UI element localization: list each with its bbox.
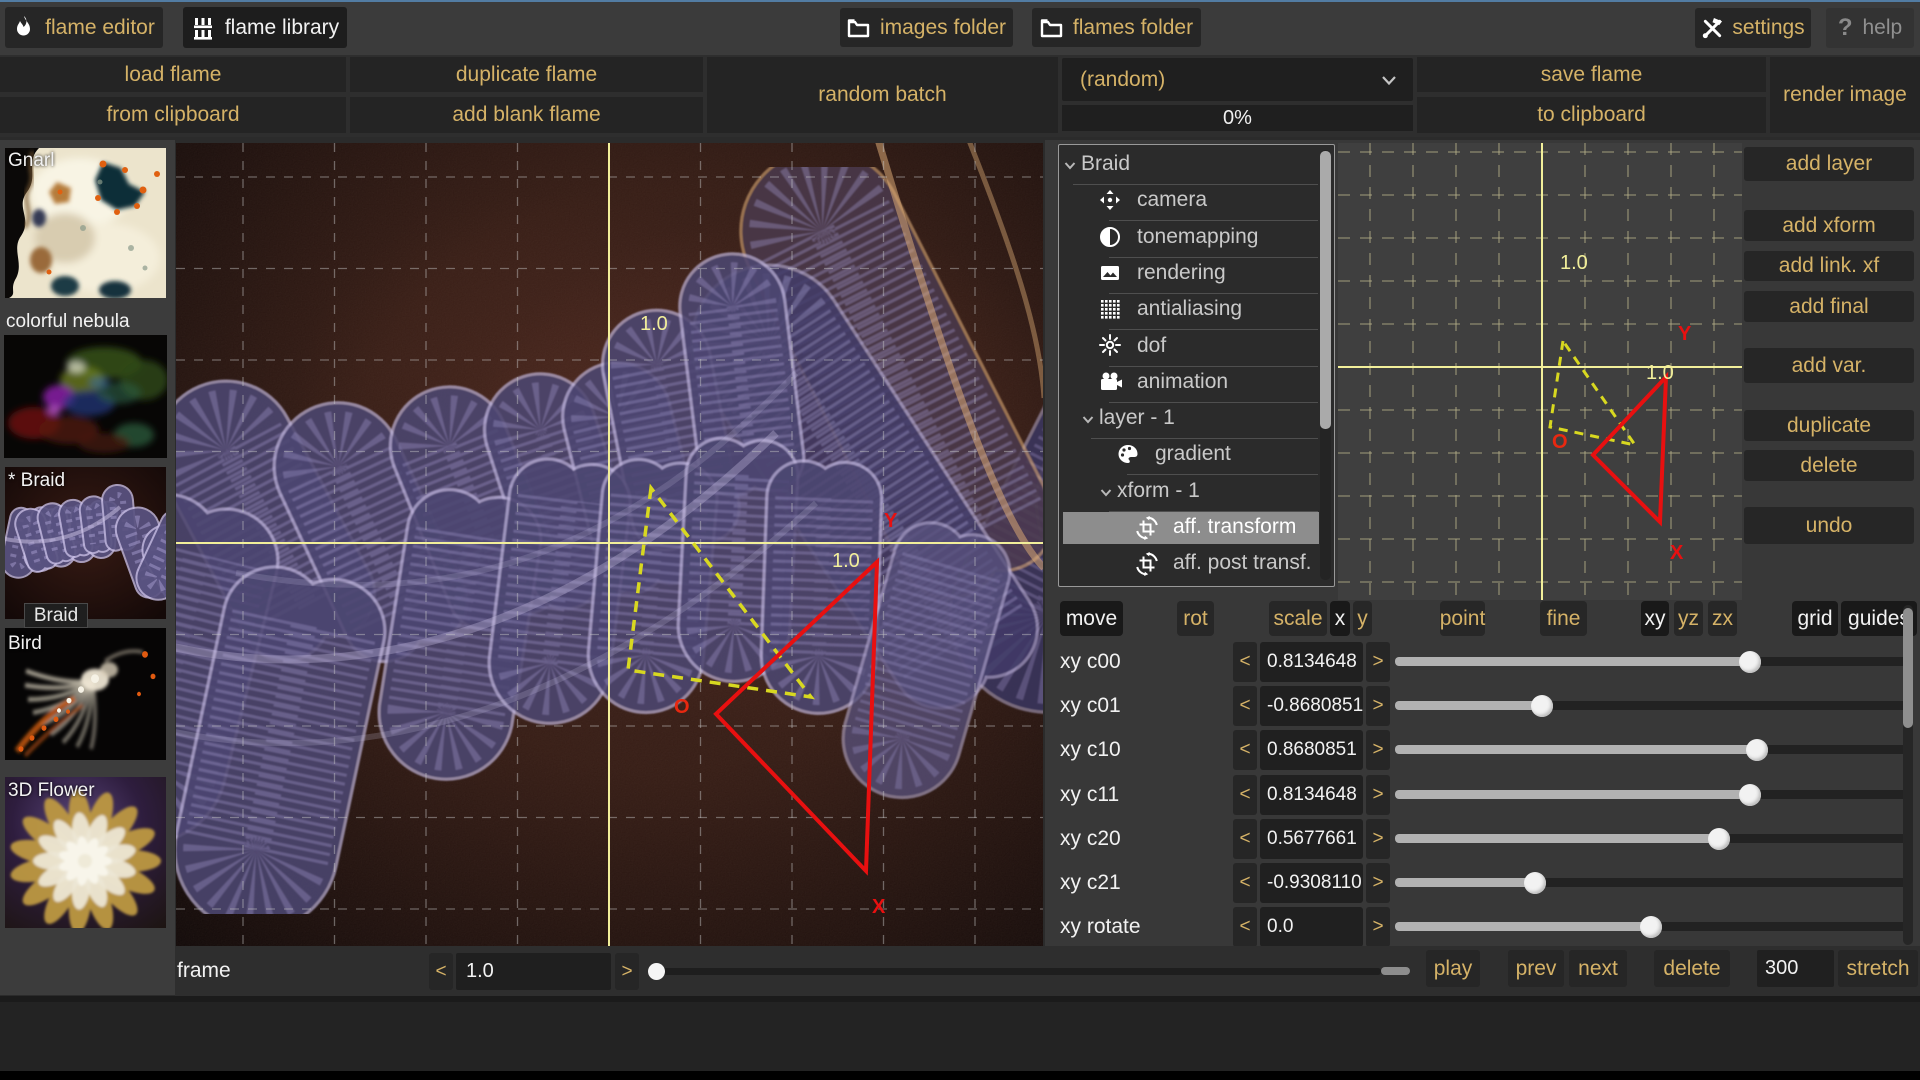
svg-text:O: O xyxy=(674,696,690,718)
svg-text:O: O xyxy=(1552,431,1568,453)
svg-text:1.0: 1.0 xyxy=(832,550,860,572)
svg-text:1.0: 1.0 xyxy=(1646,362,1674,384)
svg-text:X: X xyxy=(872,896,886,918)
svg-text:Y: Y xyxy=(1678,323,1692,345)
svg-text:1.0: 1.0 xyxy=(1560,252,1588,274)
svg-text:X: X xyxy=(1670,542,1684,564)
svg-text:Y: Y xyxy=(884,510,898,532)
svg-text:1.0: 1.0 xyxy=(640,313,668,335)
